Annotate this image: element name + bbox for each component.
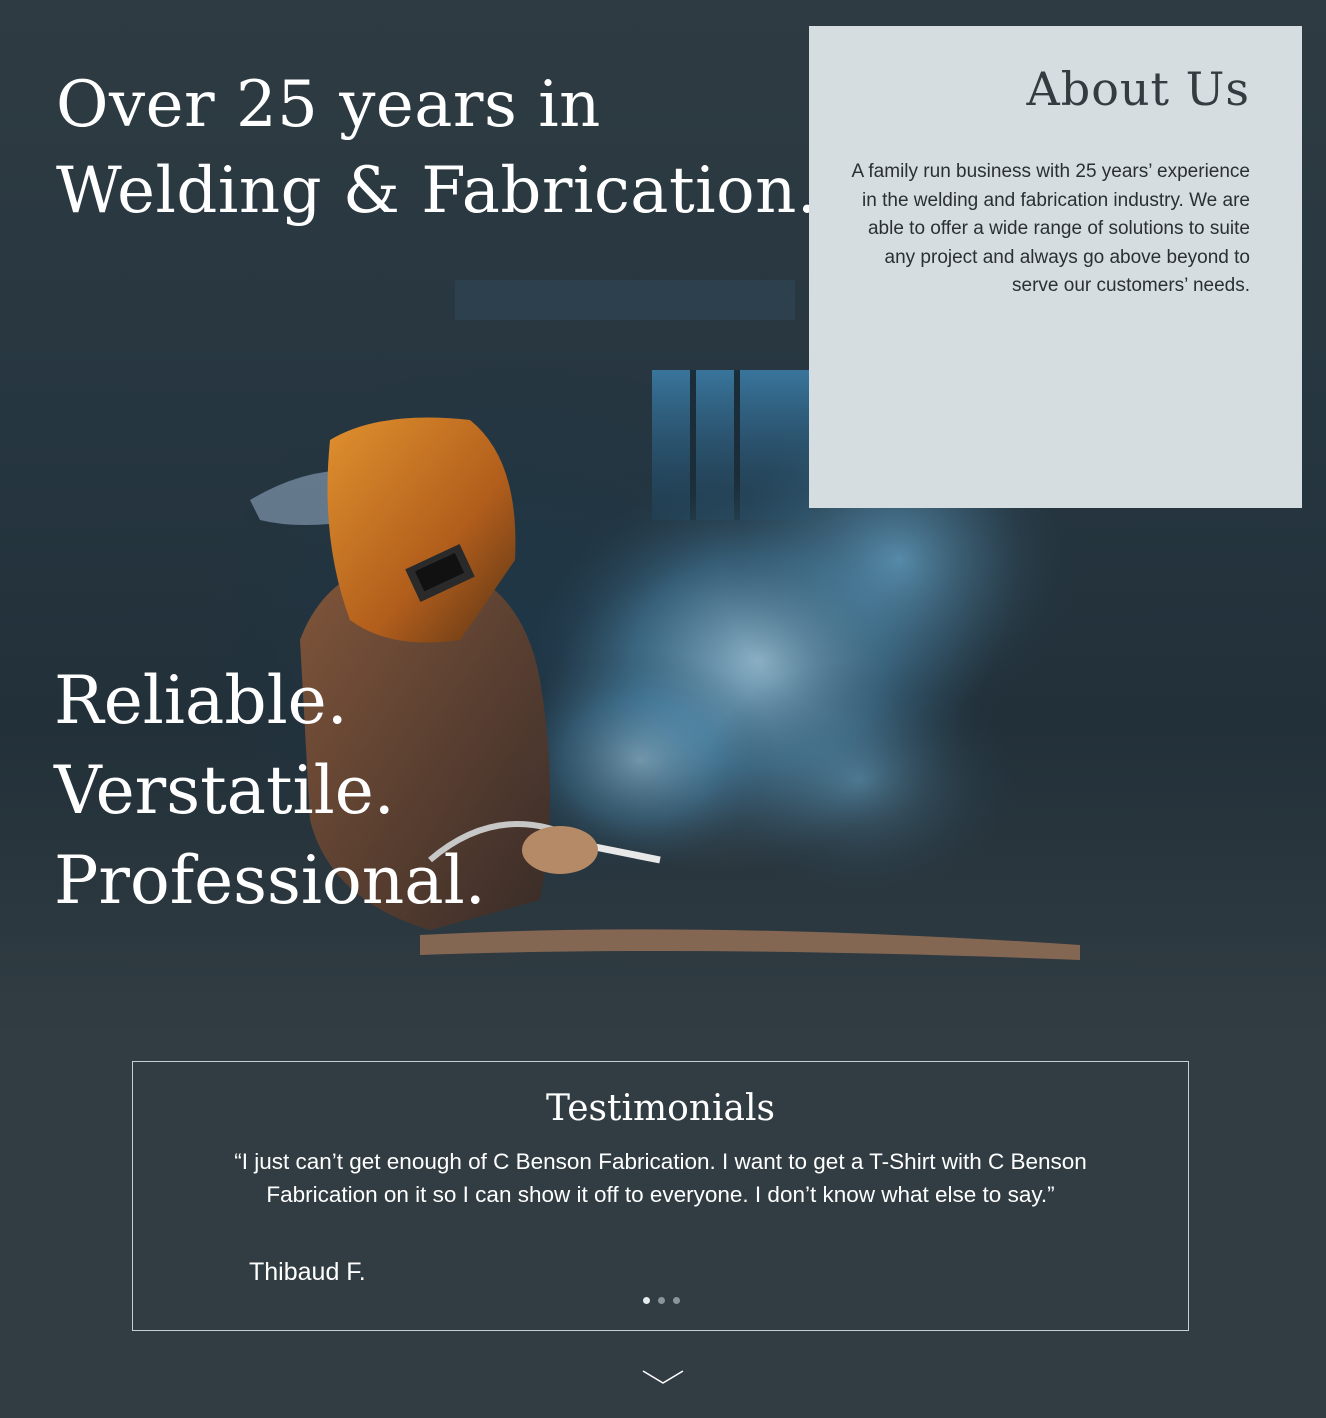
about-panel: About Us A family run business with 25 y… — [809, 26, 1302, 508]
testimonials-title: Testimonials — [546, 1088, 775, 1129]
slider-dot-3[interactable] — [673, 1297, 680, 1304]
chevron-down-icon[interactable] — [641, 1368, 685, 1388]
hero-headline: Over 25 years in Welding & Fabrication. — [56, 62, 818, 234]
about-body: A family run business with 25 years’ exp… — [851, 161, 1251, 296]
testimonial-author: Thibaud F. — [249, 1258, 366, 1286]
tagline-professional: Professional. — [54, 842, 486, 919]
hero-tagline: Reliable. Verstatile. Professional. — [54, 656, 486, 926]
testimonial-quote: “I just can’t get enough of C Benson Fab… — [234, 1149, 1087, 1207]
tagline-versatile: Verstatile. — [54, 752, 395, 829]
testimonials-box: Testimonials “I just can’t get enough of… — [132, 1061, 1189, 1331]
tagline-reliable: Reliable. — [54, 662, 348, 739]
slider-dots — [643, 1297, 680, 1304]
slider-dot-1[interactable] — [643, 1297, 650, 1304]
about-title: About Us — [1026, 62, 1250, 116]
slider-dot-2[interactable] — [658, 1297, 665, 1304]
headline-line-2: Welding & Fabrication. — [56, 154, 818, 228]
headline-line-1: Over 25 years in — [56, 68, 601, 142]
